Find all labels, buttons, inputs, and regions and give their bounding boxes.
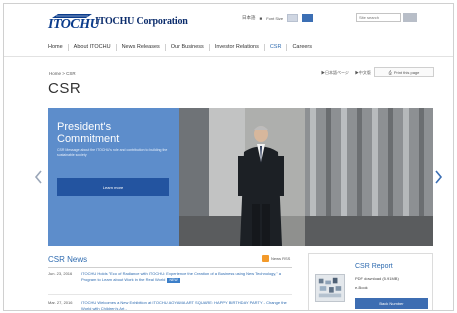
browser-page: ITOCHU ITOCHU Corporation 日本語 ■ Font Siz… — [3, 3, 454, 311]
search-input[interactable] — [356, 13, 401, 22]
hero-title-line-2: Commitment — [57, 133, 120, 145]
hero-title: President's Commitment — [57, 121, 119, 145]
hero-text-panel: President's Commitment CSR Message about… — [48, 108, 179, 246]
news-date: Mar. 27, 2016 — [48, 300, 73, 305]
news-rss-label: News RSS — [271, 256, 291, 261]
lang-japanese-link[interactable]: 日本語 — [242, 15, 256, 21]
learn-more-button[interactable]: Learn more — [57, 178, 169, 196]
print-label: Print this page — [393, 69, 420, 75]
hero-description: CSR Message about the ITOCHU's role and … — [57, 148, 168, 157]
nav-home[interactable]: Home — [48, 43, 69, 51]
csr-report-box: CSR Report PDF download (5.91MB) e-Book … — [308, 253, 433, 310]
news-headline[interactable]: ITOCHU Welcomes a New Exhibition at ITOC… — [81, 300, 291, 310]
news-item[interactable]: Jun. 23, 2016 ITOCHU Holds "Eco of Radia… — [48, 271, 292, 291]
font-size-small-button[interactable] — [287, 14, 299, 22]
hero-carousel[interactable]: President's Commitment CSR Message about… — [48, 108, 433, 246]
search-button[interactable] — [403, 13, 417, 22]
nav-careers[interactable]: Careers — [287, 44, 317, 51]
nav-our-business[interactable]: Our Business — [166, 43, 210, 51]
font-size-large-button[interactable] — [302, 14, 314, 22]
main-nav: Home About ITOCHU News Releases Our Busi… — [48, 42, 448, 52]
logo-text: ITOCHU — [48, 17, 100, 32]
lang-separator: ■ — [259, 15, 263, 21]
nav-divider — [4, 56, 453, 57]
chinese-page-link[interactable]: ▶中文版 — [355, 70, 371, 76]
site-header: ITOCHU ITOCHU Corporation 日本語 ■ Font Siz… — [4, 4, 453, 36]
report-pdf-link[interactable]: PDF download (5.91MB) — [355, 276, 399, 281]
rss-icon — [262, 255, 269, 262]
carousel-prev-icon[interactable] — [34, 169, 44, 185]
news-headline[interactable]: ITOCHU Holds "Eco of Radiance with ITOCH… — [81, 271, 281, 282]
news-text[interactable]: ITOCHU Holds "Eco of Radiance with ITOCH… — [81, 271, 291, 283]
utility-links: 日本語 ■ Font Size — [242, 13, 314, 23]
corporation-name: ITOCHU Corporation — [95, 16, 188, 27]
japanese-page-link[interactable]: ▶日本語ページ — [321, 70, 349, 76]
report-cover-image[interactable] — [315, 274, 345, 302]
nav-investor-relations[interactable]: Investor Relations — [210, 43, 265, 51]
nav-news-releases[interactable]: News Releases — [117, 43, 166, 51]
breadcrumb[interactable]: Home > CSR — [49, 71, 76, 76]
font-size-label: Font Size — [266, 15, 284, 21]
news-item-separator — [48, 294, 292, 295]
carousel-next-icon[interactable] — [433, 169, 443, 185]
news-item[interactable]: Mar. 27, 2016 ITOCHU Welcomes a New Exhi… — [48, 300, 292, 310]
news-rss-link[interactable]: News RSS — [262, 255, 290, 262]
language-page-links: ▶日本語ページ ▶中文版 — [321, 70, 371, 76]
nav-csr[interactable]: CSR — [265, 43, 288, 51]
nav-about[interactable]: About ITOCHU — [69, 43, 117, 51]
printer-icon: ⎙ — [388, 69, 392, 75]
csr-news-heading: CSR News — [48, 255, 88, 264]
new-badge: NEW — [167, 277, 180, 283]
report-ebook-link[interactable]: e-Book — [355, 285, 368, 290]
news-divider — [48, 267, 292, 268]
hero-title-line-1: President's — [57, 121, 112, 133]
print-page-button[interactable]: ⎙ Print this page — [374, 67, 434, 77]
csr-report-title: CSR Report — [355, 263, 393, 270]
news-date: Jun. 23, 2016 — [48, 271, 73, 276]
back-number-button[interactable]: Back Number — [355, 298, 428, 309]
page-title: CSR — [48, 80, 82, 97]
